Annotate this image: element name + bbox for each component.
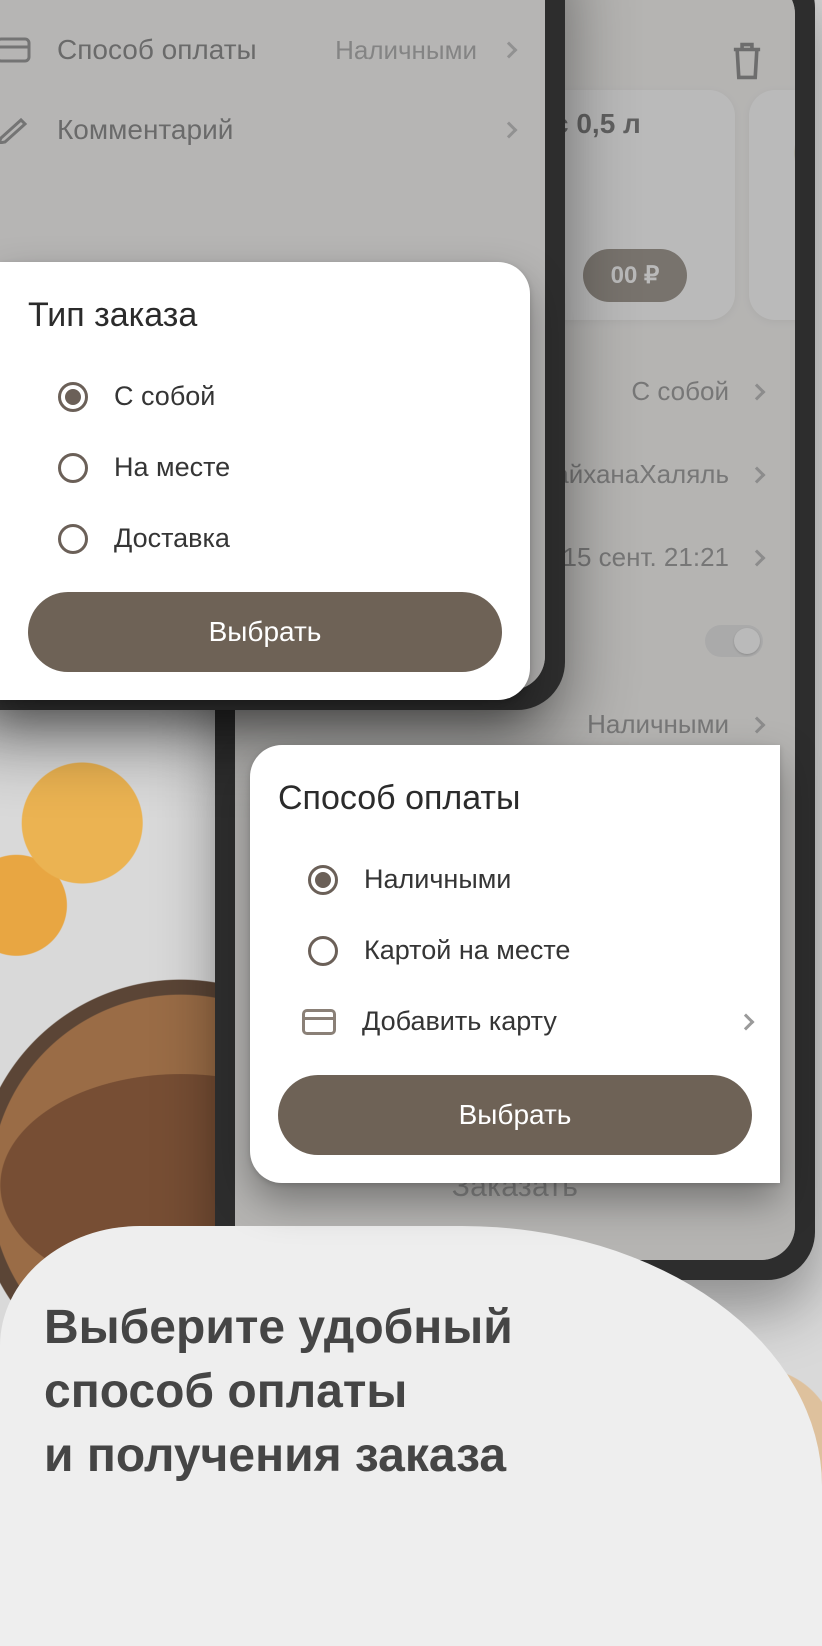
- promo-line: Выберите удобный: [44, 1301, 513, 1354]
- radio-icon: [58, 524, 88, 554]
- card-icon: [302, 1009, 336, 1035]
- option-label: С собой: [114, 381, 215, 412]
- radio-selected-icon: [308, 865, 338, 895]
- select-button[interactable]: Выбрать: [28, 592, 502, 672]
- option-delivery[interactable]: Доставка: [28, 503, 502, 574]
- option-cash[interactable]: Наличными: [278, 844, 752, 915]
- option-onsite[interactable]: На месте: [28, 432, 502, 503]
- dialog-payment-method: Способ оплаты Наличными Картой на месте …: [250, 745, 780, 1183]
- radio-icon: [58, 453, 88, 483]
- option-add-card[interactable]: Добавить карту: [278, 986, 752, 1057]
- option-label: Добавить карту: [362, 1006, 557, 1037]
- option-takeaway[interactable]: С собой: [28, 361, 502, 432]
- option-label: Доставка: [114, 523, 230, 554]
- option-label: На месте: [114, 452, 230, 483]
- dialog-title: Способ оплаты: [278, 779, 752, 818]
- chevron-right-icon: [738, 1013, 755, 1030]
- promo-line: и получения заказа: [44, 1429, 506, 1482]
- promo-line: способ оплаты: [44, 1365, 407, 1418]
- option-card-onsite[interactable]: Картой на месте: [278, 915, 752, 986]
- dialog-title: Тип заказа: [28, 296, 502, 335]
- option-label: Наличными: [364, 864, 511, 895]
- select-button[interactable]: Выбрать: [278, 1075, 752, 1155]
- radio-selected-icon: [58, 382, 88, 412]
- option-label: Картой на месте: [364, 935, 570, 966]
- dialog-order-type: Тип заказа С собой На месте Доставка Выб…: [0, 262, 530, 700]
- radio-icon: [308, 936, 338, 966]
